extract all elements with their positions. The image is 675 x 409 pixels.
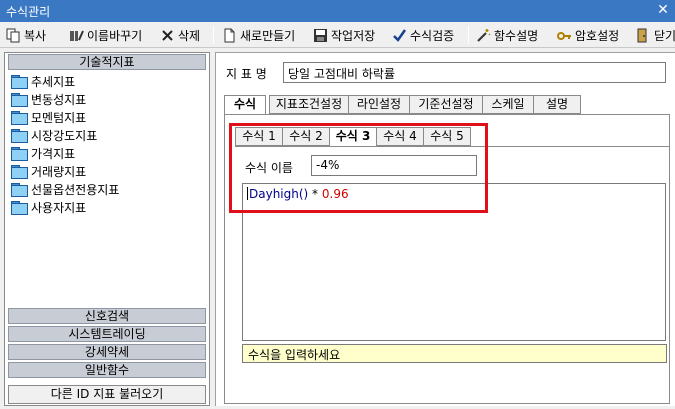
copy-label: 복사 xyxy=(24,28,47,43)
new-label: 새로만들기 xyxy=(240,28,296,43)
load-other-id-button[interactable]: 다른 ID 지표 불러오기 xyxy=(8,385,206,404)
formula-function: Dayhigh() xyxy=(249,187,309,201)
indicator-tree-panel: 기술적지표 추세지표 변동성지표 모멘텀지표 시장강도지표 가격지표 거래량지표… xyxy=(4,52,210,406)
tab-formula[interactable]: 수식 xyxy=(224,95,266,115)
inner-tab-formula-2[interactable]: 수식 2 xyxy=(282,127,330,146)
delete-icon xyxy=(160,28,175,43)
folder-icon xyxy=(11,129,28,143)
folder-icon xyxy=(11,93,28,107)
delete-button[interactable]: 삭제 xyxy=(160,25,200,45)
indicator-name-label: 지 표 명 xyxy=(226,67,267,81)
inner-tab-formula-4[interactable]: 수식 4 xyxy=(376,127,424,146)
tree-item[interactable]: 선물옵션전용지표 xyxy=(11,180,119,198)
text-caret xyxy=(247,187,248,200)
formula-tab-panel: 수식 1 수식 2 수식 3 수식 4 수식 5 수식 이름 -4% Dayhi… xyxy=(224,114,670,404)
folder-icon xyxy=(11,165,28,179)
rename-button[interactable]: 이름바꾸기 xyxy=(69,25,142,45)
password-label: 암호설정 xyxy=(575,28,620,43)
folder-icon xyxy=(11,111,28,125)
indicator-name-input[interactable]: 당일 고점대비 하락률 xyxy=(283,62,666,83)
inner-tab-formula-1[interactable]: 수식 1 xyxy=(235,127,283,146)
toolbar: 복사 이름바꾸기 삭제 새로만들기 작업저장 수식검증 함수설명 암호설정 닫기 xyxy=(0,22,675,48)
tab-indicator-conditions[interactable]: 지표조건설정 xyxy=(269,95,349,114)
new-file-icon xyxy=(222,28,237,43)
tab-baseline-settings[interactable]: 기준선설정 xyxy=(409,95,483,114)
tree-item[interactable]: 변동성지표 xyxy=(11,90,86,108)
verify-label: 수식검증 xyxy=(410,28,455,43)
category-bull-bear[interactable]: 강세약세 xyxy=(8,344,206,360)
function-help-label: 함수설명 xyxy=(494,28,539,43)
tree-item[interactable]: 거래량지표 xyxy=(11,162,86,180)
exit-label: 닫기 xyxy=(654,28,675,43)
save-label: 작업저장 xyxy=(331,28,376,43)
category-signal-search[interactable]: 신호검색 xyxy=(8,308,206,324)
tab-description[interactable]: 설명 xyxy=(533,95,581,114)
delete-label: 삭제 xyxy=(178,28,201,43)
tree-item[interactable]: 가격지표 xyxy=(11,144,75,162)
folder-icon xyxy=(11,183,28,197)
tab-line-settings[interactable]: 라인설정 xyxy=(348,95,410,114)
formula-name-label: 수식 이름 xyxy=(245,161,293,175)
copy-icon xyxy=(6,28,21,43)
exit-door-icon xyxy=(636,28,651,43)
function-help-button[interactable]: 함수설명 xyxy=(476,25,538,45)
category-system-trading[interactable]: 시스템트레이딩 xyxy=(8,326,206,342)
magic-wand-icon xyxy=(476,28,491,43)
tree-item[interactable]: 시장강도지표 xyxy=(11,126,97,144)
save-icon xyxy=(313,28,328,43)
formula-number: 0.96 xyxy=(321,187,349,201)
tree-item[interactable]: 모멘텀지표 xyxy=(11,108,86,126)
category-general-functions[interactable]: 일반함수 xyxy=(8,362,206,378)
category-header-technical[interactable]: 기술적지표 xyxy=(8,54,206,70)
save-button[interactable]: 작업저장 xyxy=(313,25,375,45)
folder-icon xyxy=(11,147,28,161)
exit-button[interactable]: 닫기 xyxy=(636,25,675,45)
key-icon xyxy=(557,28,572,43)
rename-label: 이름바꾸기 xyxy=(87,28,143,43)
title-bar: 수식관리 ✕ xyxy=(0,0,675,22)
tree-item[interactable]: 추세지표 xyxy=(11,72,75,90)
formula-editor[interactable]: Dayhigh() * 0.96 xyxy=(242,183,666,341)
formula-operator: * xyxy=(308,187,322,201)
window-title: 수식관리 xyxy=(6,5,51,19)
rename-icon xyxy=(69,28,84,43)
folder-icon xyxy=(11,201,28,215)
close-icon[interactable]: ✕ xyxy=(655,1,671,19)
tab-scale[interactable]: 스케일 xyxy=(482,95,534,114)
formula-name-input[interactable]: -4% xyxy=(311,155,477,176)
new-button[interactable]: 새로만들기 xyxy=(222,25,295,45)
inner-tab-formula-5[interactable]: 수식 5 xyxy=(423,127,471,146)
formula-hint-bar: 수식을 입력하세요 xyxy=(242,344,667,363)
tree-item[interactable]: 사용자지표 xyxy=(11,198,86,216)
copy-button[interactable]: 복사 xyxy=(6,25,46,45)
verify-button[interactable]: 수식검증 xyxy=(392,25,454,45)
inner-tab-formula-3[interactable]: 수식 3 xyxy=(329,127,377,147)
indicator-editor-panel: 지 표 명 당일 고점대비 하락률 수식 지표조건설정 라인설정 기준선설정 스… xyxy=(215,52,675,406)
password-button[interactable]: 암호설정 xyxy=(557,25,619,45)
folder-icon xyxy=(11,75,28,89)
checkmark-icon xyxy=(392,28,407,43)
